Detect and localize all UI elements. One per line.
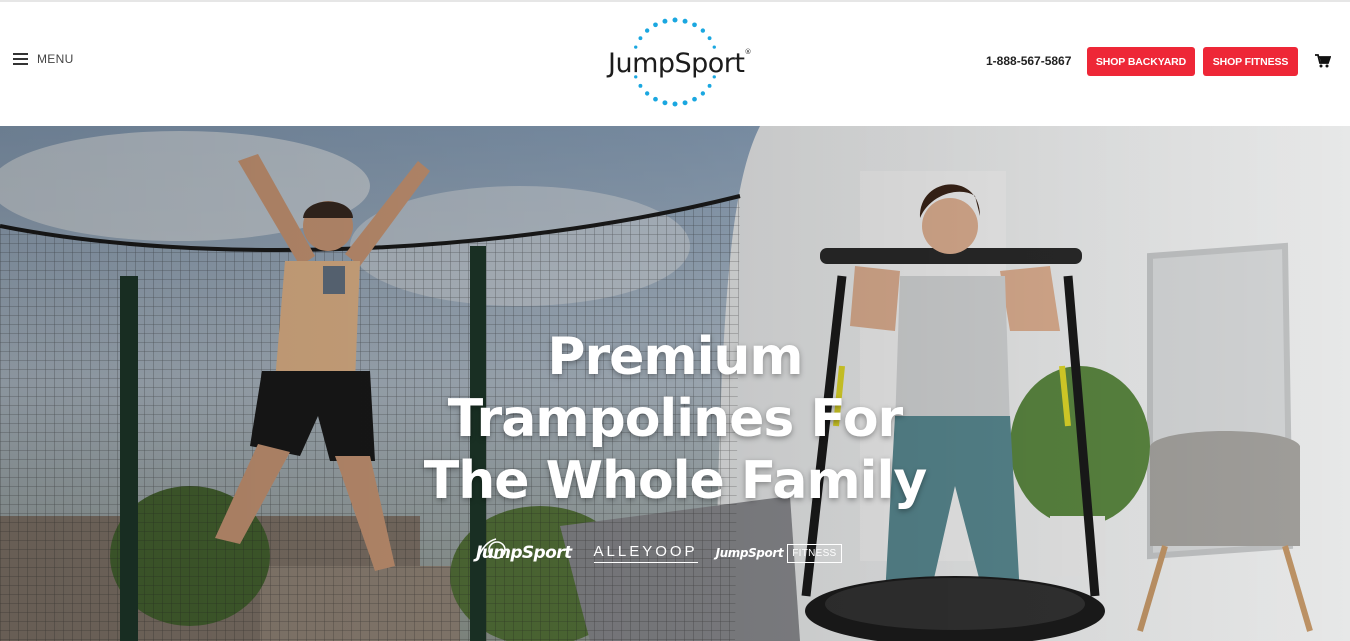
shop-backyard-button[interactable]: SHOP BACKYARD: [1087, 47, 1195, 76]
site-header: MENU JumpSport® 1-888-567-5867 SHOP BACK…: [0, 2, 1350, 126]
menu-label: MENU: [37, 52, 74, 66]
hero-headline: Premium Trampolines For The Whole Family: [0, 326, 1350, 512]
fitness-brand-box[interactable]: FITNESS: [787, 543, 842, 563]
jumpsport-fitness-brand-name[interactable]: JumpSport: [716, 546, 784, 560]
logo-text: JumpSport: [608, 48, 745, 79]
hero-banner: Premium Trampolines For The Whole Family…: [0, 126, 1350, 641]
shop-fitness-button[interactable]: SHOP FITNESS: [1203, 47, 1298, 76]
alleyoop-brand-text: ALLEYOOP: [593, 543, 698, 563]
menu-toggle[interactable]: MENU: [13, 52, 74, 66]
headline-line-2: Trampolines For: [447, 389, 903, 449]
alleyoop-swoosh-icon: [477, 538, 506, 559]
phone-number-link[interactable]: 1-888-567-5867: [986, 54, 1071, 68]
alleyoop-brand-logo[interactable]: ALLEYOOP: [477, 538, 698, 563]
shopping-cart-icon[interactable]: [1315, 54, 1331, 68]
headline-line-1: Premium: [547, 327, 803, 387]
hamburger-icon: [13, 53, 28, 65]
brand-logos-row: JumpSport ALLEYOOP JumpSport FITNESS: [476, 538, 842, 568]
jumpsport-logo[interactable]: JumpSport®: [600, 16, 752, 108]
headline-line-3: The Whole Family: [423, 451, 927, 511]
logo-registered-mark: ®: [744, 48, 752, 56]
